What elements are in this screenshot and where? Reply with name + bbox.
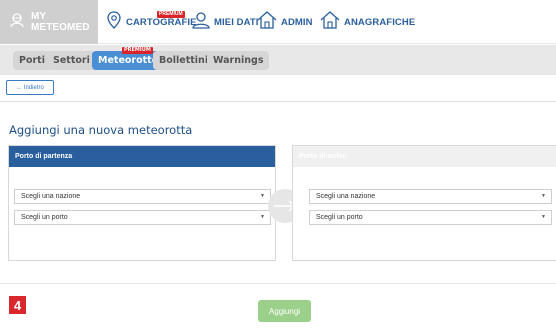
home-icon: [257, 10, 277, 34]
top-navigation: MY METEOMED CARTOGRAFIE PREMIUM MIEI DAT…: [0, 0, 556, 44]
nav-label-miei-dati: MIEI DATI: [214, 16, 259, 28]
arrival-nation-select[interactable]: Scegli una nazione ▼: [309, 189, 552, 204]
caret-down-icon: ▼: [260, 214, 265, 220]
add-button[interactable]: Aggiungi: [258, 300, 311, 322]
home-icon: [320, 10, 340, 34]
tab-porti[interactable]: Porti: [13, 51, 51, 70]
divider: [0, 283, 556, 284]
sub-navigation: Porti Settori Meteorotte PREMIUM Bollett…: [0, 45, 556, 75]
page-title: Aggiungi una nuova meteorotta: [9, 123, 193, 137]
nav-label-anagrafiche: ANAGRAFICHE: [344, 16, 416, 28]
arrival-port-select[interactable]: Scegli un porto ▼: [309, 210, 552, 225]
departure-panel-title: Porto di partenza: [9, 146, 275, 167]
caret-down-icon: ▼: [541, 214, 546, 220]
nav-item-admin[interactable]: ADMIN: [257, 0, 313, 44]
tab-label: Porti: [19, 55, 45, 66]
caret-down-icon: ▼: [260, 193, 265, 199]
arrival-panel: Porto di arrivo Scegli una nazione ▼ Sce…: [292, 145, 556, 261]
user-helmet-icon: [9, 12, 25, 33]
tab-bollettini[interactable]: Bollettini: [153, 51, 215, 70]
tab-settori[interactable]: Settori: [47, 51, 96, 70]
departure-port-value: Scegli un porto: [21, 214, 68, 221]
tab-label: Bollettini: [159, 55, 209, 66]
caret-down-icon: ▼: [541, 193, 546, 199]
arrival-panel-title: Porto di arrivo: [293, 146, 556, 167]
nav-label-admin: ADMIN: [281, 16, 313, 28]
tab-warnings[interactable]: Warnings: [207, 51, 270, 70]
step-number-badge: 4: [9, 296, 26, 314]
departure-panel: Porto di partenza Scegli una nazione ▼ S…: [8, 145, 276, 261]
arrival-nation-value: Scegli una nazione: [316, 193, 376, 200]
divider: [0, 101, 556, 102]
premium-badge: PREMIUM: [122, 47, 153, 54]
map-pin-icon: [106, 10, 122, 34]
departure-nation-select[interactable]: Scegli una nazione ▼: [14, 189, 271, 204]
tab-label: Settori: [53, 55, 90, 66]
add-button-label: Aggiungi: [268, 306, 301, 316]
tab-label: Warnings: [213, 55, 264, 66]
nav-item-cartografie[interactable]: CARTOGRAFIE PREMIUM: [106, 0, 197, 44]
premium-badge: PREMIUM: [157, 11, 185, 18]
nav-label-cartografie: CARTOGRAFIE: [126, 16, 197, 28]
departure-port-select[interactable]: Scegli un porto ▼: [14, 210, 271, 225]
brand-label: MY METEOMED: [31, 11, 90, 33]
arrival-port-value: Scegli un porto: [316, 214, 363, 221]
user-icon: [192, 11, 210, 34]
brand-my-meteomed[interactable]: MY METEOMED: [0, 0, 98, 44]
back-button[interactable]: ← Indietro: [6, 80, 54, 95]
back-button-label: ← Indietro: [16, 84, 44, 91]
departure-nation-value: Scegli una nazione: [21, 193, 81, 200]
nav-item-anagrafiche[interactable]: ANAGRAFICHE: [320, 0, 415, 44]
tab-label: Meteorotte: [98, 55, 159, 66]
nav-item-miei-dati[interactable]: MIEI DATI: [192, 0, 259, 44]
